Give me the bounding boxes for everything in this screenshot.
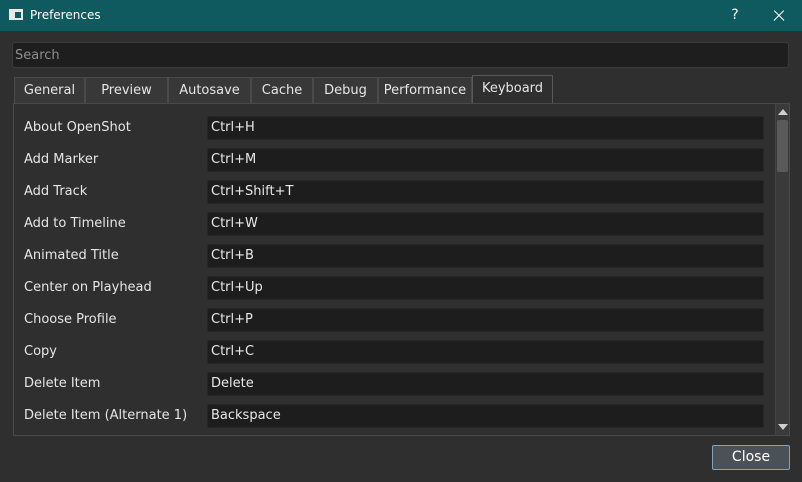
shortcut-key-field[interactable]: Ctrl+H: [207, 116, 764, 140]
shortcut-action-label: Center on Playhead: [24, 280, 152, 295]
scrollbar-thumb[interactable]: [777, 120, 788, 172]
title-bar: Preferences ?: [0, 0, 802, 31]
shortcut-row: Animated Title Ctrl+B: [14, 240, 775, 272]
shortcut-row: Add Marker Ctrl+M: [14, 144, 775, 176]
tab-cache[interactable]: Cache: [251, 77, 313, 103]
shortcut-key-field[interactable]: Ctrl+Up: [207, 276, 764, 300]
help-button[interactable]: ?: [724, 0, 746, 31]
shortcut-row: Center on Playhead Ctrl+Up: [14, 272, 775, 304]
shortcut-row: Choose Profile Ctrl+P: [14, 304, 775, 336]
shortcut-action-label: Delete Item (Alternate 1): [24, 408, 188, 423]
shortcut-action-label: Copy: [24, 344, 57, 359]
shortcut-key-field[interactable]: Ctrl+P: [207, 308, 764, 332]
shortcut-row: Delete Item Delete: [14, 368, 775, 400]
close-button[interactable]: Close: [712, 445, 790, 470]
shortcut-row: About OpenShot Ctrl+H: [14, 112, 775, 144]
tab-autosave[interactable]: Autosave: [168, 77, 251, 103]
shortcut-action-label: Delete Item: [24, 376, 101, 391]
shortcut-action-label: Add Track: [24, 184, 88, 199]
shortcut-action-label: Add Marker: [24, 152, 99, 167]
tab-performance[interactable]: Performance: [378, 77, 472, 103]
vertical-scrollbar[interactable]: [775, 104, 789, 435]
shortcut-key-field[interactable]: Ctrl+C: [207, 340, 764, 364]
shortcut-row: Delete Item (Alternate 1) Backspace: [14, 400, 775, 432]
shortcut-key-field[interactable]: Ctrl+Shift+T: [207, 180, 764, 204]
shortcut-list: About OpenShot Ctrl+H Add Marker Ctrl+M …: [14, 104, 775, 435]
scroll-up-arrow-icon[interactable]: [778, 109, 788, 115]
window-icon: [9, 9, 23, 20]
shortcut-action-label: Add to Timeline: [24, 216, 126, 231]
close-window-icon[interactable]: [760, 0, 796, 31]
shortcut-key-field[interactable]: Ctrl+M: [207, 148, 764, 172]
window-title: Preferences: [30, 8, 101, 22]
search-input[interactable]: [12, 42, 789, 68]
shortcut-row: Add Track Ctrl+Shift+T: [14, 176, 775, 208]
tab-keyboard[interactable]: Keyboard: [472, 75, 553, 103]
tab-debug[interactable]: Debug: [313, 77, 378, 103]
shortcut-row: Copy Ctrl+C: [14, 336, 775, 368]
shortcut-key-field[interactable]: Backspace: [207, 404, 764, 428]
shortcut-key-field[interactable]: Ctrl+B: [207, 244, 764, 268]
shortcut-action-label: About OpenShot: [24, 120, 131, 135]
shortcut-row: Add to Timeline Ctrl+W: [14, 208, 775, 240]
shortcut-key-field[interactable]: Ctrl+W: [207, 212, 764, 236]
keyboard-shortcuts-panel: About OpenShot Ctrl+H Add Marker Ctrl+M …: [13, 103, 790, 436]
shortcut-row: [14, 432, 775, 435]
tab-preview[interactable]: Preview: [85, 77, 168, 103]
tab-general[interactable]: General: [14, 77, 85, 103]
shortcut-key-field[interactable]: Delete: [207, 372, 764, 396]
shortcut-action-label: Animated Title: [24, 248, 119, 263]
shortcut-action-label: Choose Profile: [24, 312, 117, 327]
scroll-down-arrow-icon[interactable]: [778, 424, 788, 430]
